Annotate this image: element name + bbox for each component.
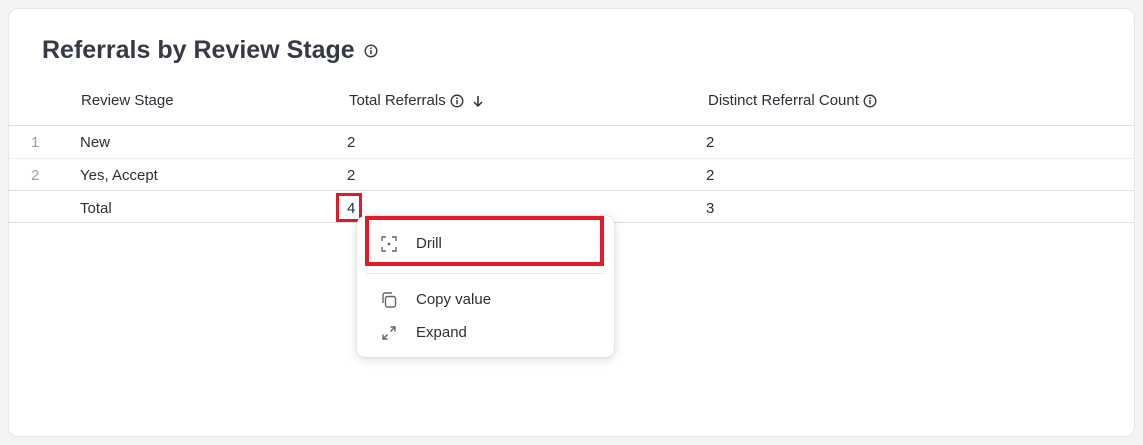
distinct-referral-count-cell[interactable]: 2: [706, 167, 714, 184]
row-index: 2: [31, 167, 40, 184]
menu-item-label: Copy value: [416, 290, 492, 308]
row-divider: [9, 158, 1134, 159]
menu-item-expand[interactable]: Expand: [357, 317, 614, 347]
info-icon[interactable]: [450, 94, 464, 108]
total-referrals-cell[interactable]: 2: [347, 134, 355, 151]
card-title: Referrals by Review Stage: [42, 36, 378, 65]
expand-icon: [380, 324, 398, 342]
review-stage-cell[interactable]: Yes, Accept: [80, 167, 158, 184]
drill-item-highlight: [365, 216, 604, 266]
distinct-referral-count-cell[interactable]: 2: [706, 134, 714, 151]
row-index: 1: [31, 134, 40, 151]
distinct-referral-count-total-cell[interactable]: 3: [706, 200, 714, 217]
column-header-distinct-referral-count[interactable]: Distinct Referral Count: [708, 92, 877, 109]
review-stage-cell[interactable]: New: [80, 134, 110, 151]
total-divider: [9, 190, 1134, 191]
total-referrals-cell[interactable]: 2: [347, 167, 355, 184]
total-label: Total: [80, 200, 112, 217]
column-header-review-stage[interactable]: Review Stage: [81, 92, 174, 109]
sort-descending-icon[interactable]: [472, 94, 484, 108]
column-header-total-referrals[interactable]: Total Referrals: [349, 92, 484, 109]
card-title-text: Referrals by Review Stage: [42, 36, 355, 64]
info-icon[interactable]: [863, 94, 877, 108]
header-divider: [9, 125, 1134, 126]
info-icon[interactable]: [364, 43, 378, 58]
menu-item-label: Expand: [416, 323, 467, 341]
menu-separator: [366, 273, 605, 274]
copy-icon: [380, 291, 398, 309]
menu-item-copy-value[interactable]: Copy value: [357, 284, 614, 314]
